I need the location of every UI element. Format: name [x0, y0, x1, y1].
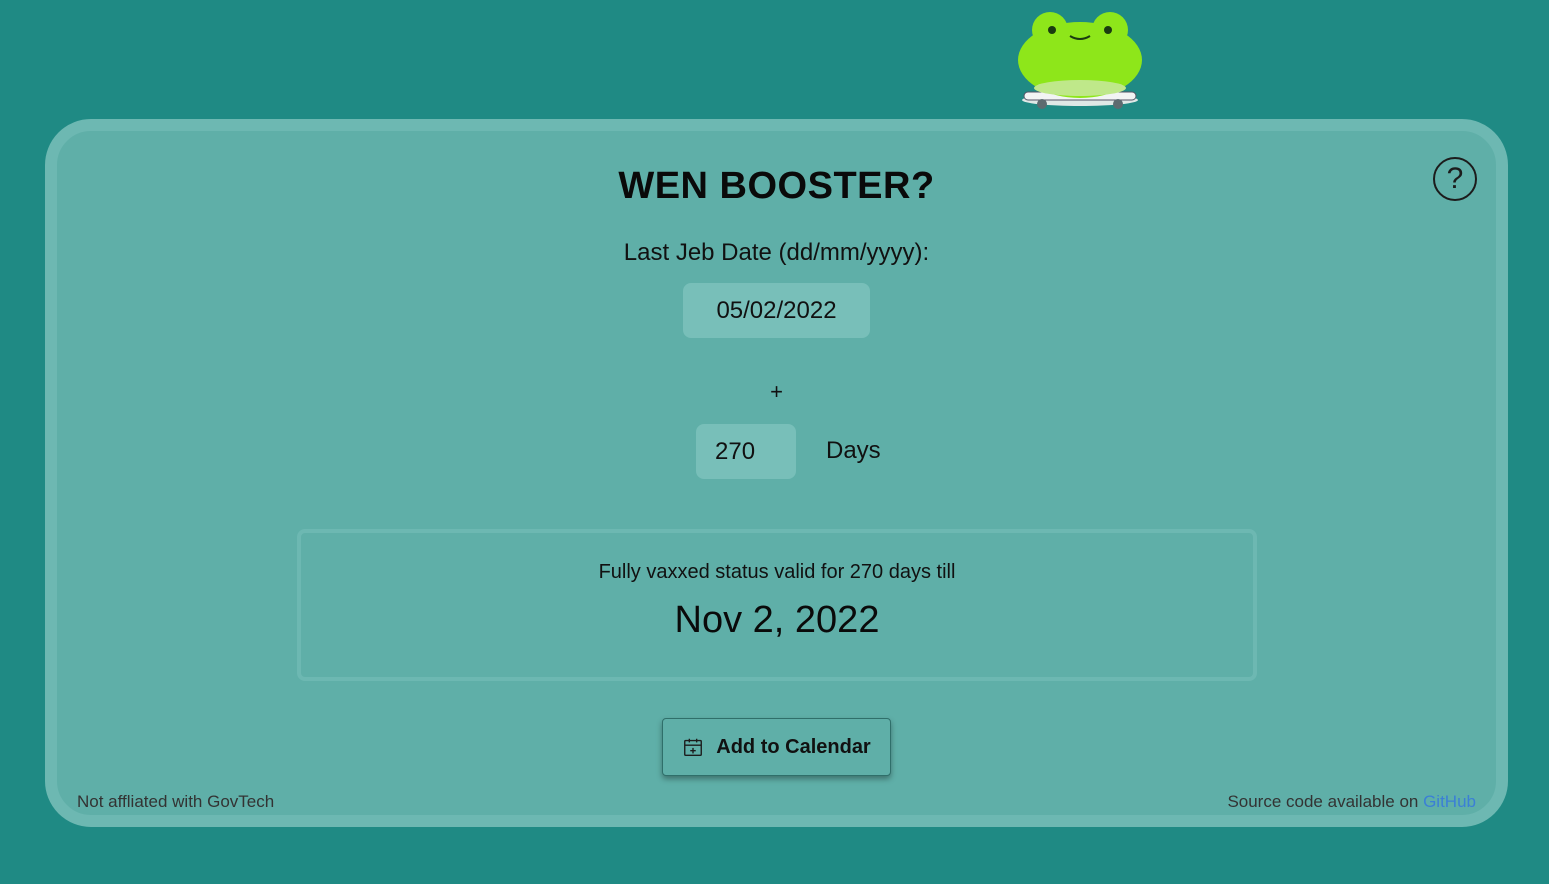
days-label: Days — [826, 437, 881, 464]
github-link[interactable]: GitHub — [1423, 792, 1476, 811]
help-button[interactable]: ? — [1433, 157, 1477, 201]
calendar-plus-icon — [684, 738, 703, 756]
result-date: Nov 2, 2022 — [674, 599, 880, 641]
booster-card: WEN BOOSTER? ? Last Jeb Date (dd/mm/yyyy… — [45, 119, 1508, 827]
add-to-calendar-button[interactable]: Add to Calendar — [662, 718, 891, 776]
source-code-note: Source code available on GitHub — [1227, 792, 1476, 812]
date-label: Last Jeb Date (dd/mm/yyyy): — [623, 239, 930, 266]
last-jab-date-input[interactable]: 05/02/2022 — [683, 283, 870, 338]
add-to-calendar-label: Add to Calendar — [716, 735, 871, 758]
plus-sign: + — [770, 379, 783, 404]
source-prefix: Source code available on — [1227, 792, 1424, 811]
disclaimer-text: Not affliated with GovTech — [77, 792, 275, 811]
days-input[interactable]: 270 — [696, 424, 796, 479]
result-description: Fully vaxxed status valid for 270 days t… — [598, 561, 956, 583]
page-title: WEN BOOSTER? — [618, 165, 935, 207]
help-icon: ? — [1446, 162, 1464, 195]
result-panel: Fully vaxxed status valid for 270 days t… — [297, 529, 1257, 681]
frog-mascot-image — [1018, 12, 1142, 109]
